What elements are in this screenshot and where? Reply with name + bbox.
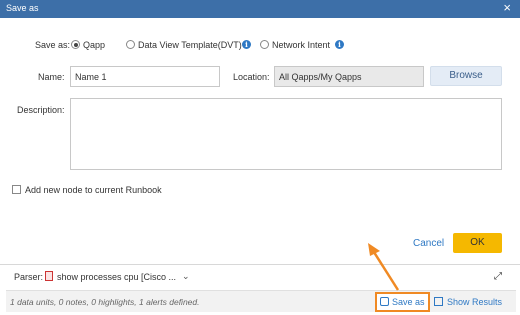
parser-bar: Parser: show processes cpu [Cisco ... ⌄ … — [6, 266, 516, 290]
ok-button[interactable]: OK — [453, 233, 502, 253]
save-as-label: Save as: — [35, 40, 71, 50]
chevron-down-icon[interactable]: ⌄ — [182, 271, 190, 282]
description-label: Description: — [17, 105, 65, 115]
dvt-info-icon[interactable]: i — [242, 40, 251, 49]
name-label: Name: — [38, 72, 65, 82]
location-field — [274, 66, 424, 87]
radio-network-intent-label: Network Intent — [272, 40, 331, 50]
description-textarea[interactable] — [70, 98, 502, 170]
radio-dvt-label: Data View Template(DVT) — [138, 40, 242, 50]
parser-label: Parser: — [14, 272, 44, 282]
radio-dvt[interactable] — [126, 40, 135, 49]
network-intent-info-icon[interactable]: i — [335, 40, 344, 49]
save-icon — [380, 297, 389, 306]
dialog-title: Save as — [6, 3, 39, 13]
show-results-button[interactable]: Show Results — [434, 297, 502, 307]
parser-value[interactable]: show processes cpu [Cisco ... — [57, 272, 176, 282]
browse-button[interactable]: Browse — [430, 66, 502, 86]
show-results-label: Show Results — [447, 297, 503, 307]
add-to-runbook-checkbox[interactable] — [12, 185, 21, 194]
save-as-dialog: Save as × Save as: Qapp Data View Templa… — [0, 0, 520, 265]
radio-qapp[interactable] — [71, 40, 80, 49]
close-icon[interactable]: × — [503, 1, 511, 15]
dialog-titlebar: Save as × — [0, 0, 520, 18]
radio-qapp-label: Qapp — [83, 40, 106, 50]
radio-network-intent[interactable] — [260, 40, 269, 49]
status-footer: 1 data units, 0 notes, 0 highlights, 1 a… — [6, 290, 516, 312]
results-icon — [434, 297, 443, 306]
summary-text: 1 data units, 0 notes, 0 highlights, 1 a… — [10, 297, 200, 307]
parser-document-icon — [45, 271, 53, 281]
add-to-runbook-label: Add new node to current Runbook — [25, 185, 162, 195]
name-input[interactable] — [70, 66, 220, 87]
location-label: Location: — [233, 72, 270, 82]
save-as-button-label: Save as — [392, 297, 425, 307]
cancel-button[interactable]: Cancel — [413, 238, 444, 249]
save-as-button[interactable]: Save as — [375, 292, 430, 312]
expand-icon[interactable]: ⤢ — [494, 271, 502, 282]
